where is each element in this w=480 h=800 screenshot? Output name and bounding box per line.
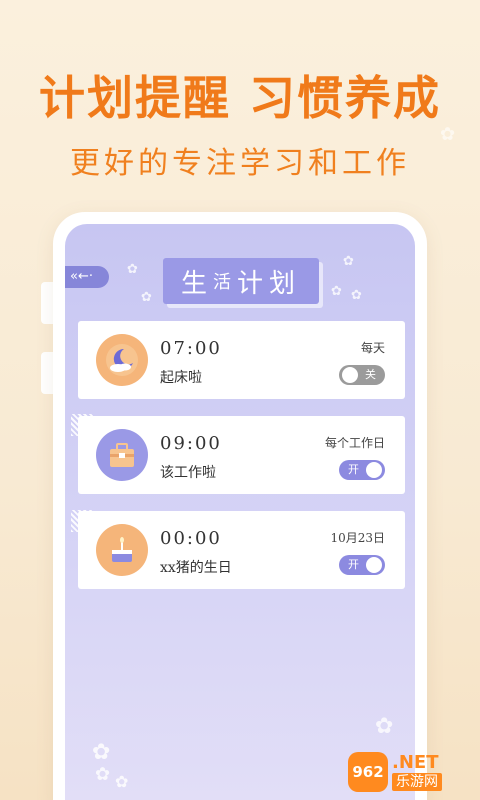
toggle-knob — [342, 367, 358, 383]
briefcase-icon — [96, 429, 148, 481]
toggle-label: 开 — [348, 463, 359, 476]
watermark-sub: 乐游网 — [392, 773, 442, 791]
cake-icon — [96, 524, 148, 576]
title-char: 生 — [180, 268, 213, 299]
flower-decoration-icon: ✿ — [375, 714, 394, 739]
flower-decoration-icon: ✿ — [95, 764, 111, 785]
promo-subline: 更好的专注学习和工作 — [70, 146, 410, 181]
flower-decoration-icon: ✿ — [343, 254, 354, 269]
alarm-repeat: 每天 — [360, 341, 385, 355]
toggle-knob — [366, 462, 382, 478]
flower-decoration-icon: ✿ — [92, 740, 111, 765]
toggle-label: 关 — [365, 368, 376, 381]
alarm-toggle[interactable]: 关 — [339, 365, 385, 385]
site-watermark: 962 .NET 乐游网 — [348, 750, 474, 794]
back-button[interactable]: «←· — [65, 266, 109, 288]
flower-decoration-icon: ✿ — [115, 772, 129, 791]
title-char: 计 — [236, 268, 269, 299]
flower-decoration-icon: ✿ — [141, 290, 152, 305]
watermark-net: .NET — [392, 752, 439, 773]
alarm-toggle[interactable]: 开 — [339, 555, 385, 575]
alarm-repeat: 10月23日 — [330, 531, 385, 545]
alarm-label: 该工作啦 — [160, 465, 216, 481]
alarm-time: 07:00 — [160, 338, 222, 359]
phone-screen: «←· ✿ ✿ ✿ ✿ ✿ 生 活 计 划 07:00 起床啦 每天 关 09:… — [65, 224, 415, 800]
alarm-label: xx猪的生日 — [160, 560, 232, 576]
watermark-logo: 962 — [348, 752, 388, 792]
alarm-time: 09:00 — [160, 433, 222, 454]
toggle-label: 开 — [348, 558, 359, 571]
moon-icon — [96, 334, 148, 386]
alarm-card[interactable]: 09:00 该工作啦 每个工作日 开 — [78, 416, 405, 494]
alarm-card[interactable]: 00:00 xx猪的生日 10月23日 开 — [78, 511, 405, 589]
flower-decoration-icon: ✿ — [127, 262, 138, 277]
flower-decoration-icon: ✿ — [331, 284, 342, 299]
title-char: 活 — [212, 272, 237, 293]
alarm-label: 起床啦 — [160, 370, 202, 386]
alarm-toggle[interactable]: 开 — [339, 460, 385, 480]
alarm-time: 00:00 — [160, 528, 222, 549]
flower-decoration-icon: ✿ — [351, 288, 362, 303]
flower-decoration-icon: ✿ — [440, 124, 456, 145]
back-arrow-icon: «←· — [70, 269, 93, 284]
alarm-repeat: 每个工作日 — [324, 436, 385, 450]
toggle-knob — [366, 557, 382, 573]
title-char: 划 — [269, 268, 302, 299]
page-title: 生 活 计 划 — [163, 258, 319, 304]
alarm-card[interactable]: 07:00 起床啦 每天 关 — [78, 321, 405, 399]
promo-headline: 计划提醒 习惯养成 — [38, 71, 441, 125]
